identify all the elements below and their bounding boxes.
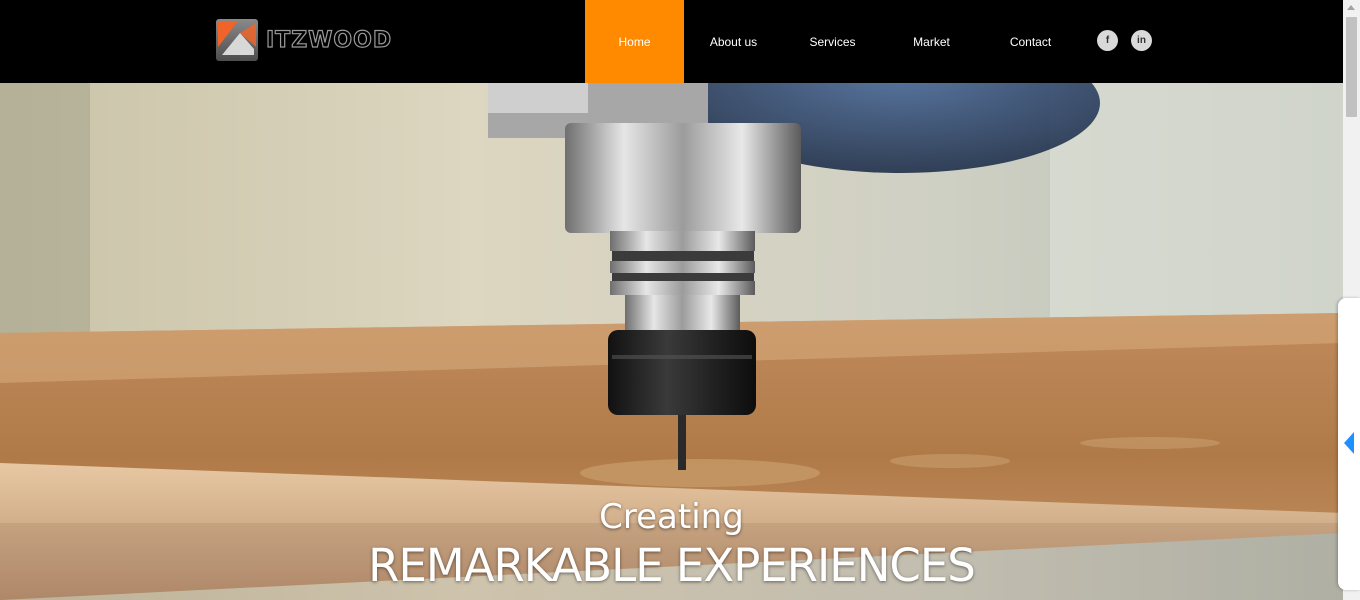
nav-item-contact[interactable]: Contact — [981, 0, 1080, 83]
site-header: ITZWOOD Home About us Services Market Co… — [0, 0, 1343, 83]
main-nav: Home About us Services Market Contact — [585, 0, 1080, 83]
nav-item-market[interactable]: Market — [882, 0, 981, 83]
nav-item-services[interactable]: Services — [783, 0, 882, 83]
scroll-thumb[interactable] — [1346, 17, 1357, 117]
hero-banner: Creating REMARKABLE EXPERIENCES — [0, 83, 1343, 600]
linkedin-icon[interactable]: in — [1131, 30, 1152, 51]
site-logo[interactable]: ITZWOOD — [216, 19, 392, 61]
hero-subtitle: Creating — [599, 497, 744, 537]
nav-item-home[interactable]: Home — [585, 0, 684, 83]
logo-mark-icon — [216, 19, 258, 61]
facebook-icon[interactable]: f — [1097, 30, 1118, 51]
nav-item-about-us[interactable]: About us — [684, 0, 783, 83]
social-links: f in — [1097, 30, 1152, 51]
scroll-up-icon[interactable] — [1347, 5, 1355, 10]
chevron-left-icon — [1344, 432, 1354, 454]
hero-title: REMARKABLE EXPERIENCES — [368, 539, 976, 592]
page: ITZWOOD Home About us Services Market Co… — [0, 0, 1360, 600]
side-panel-toggle[interactable] — [1338, 298, 1360, 590]
logo-text: ITZWOOD — [265, 27, 393, 53]
